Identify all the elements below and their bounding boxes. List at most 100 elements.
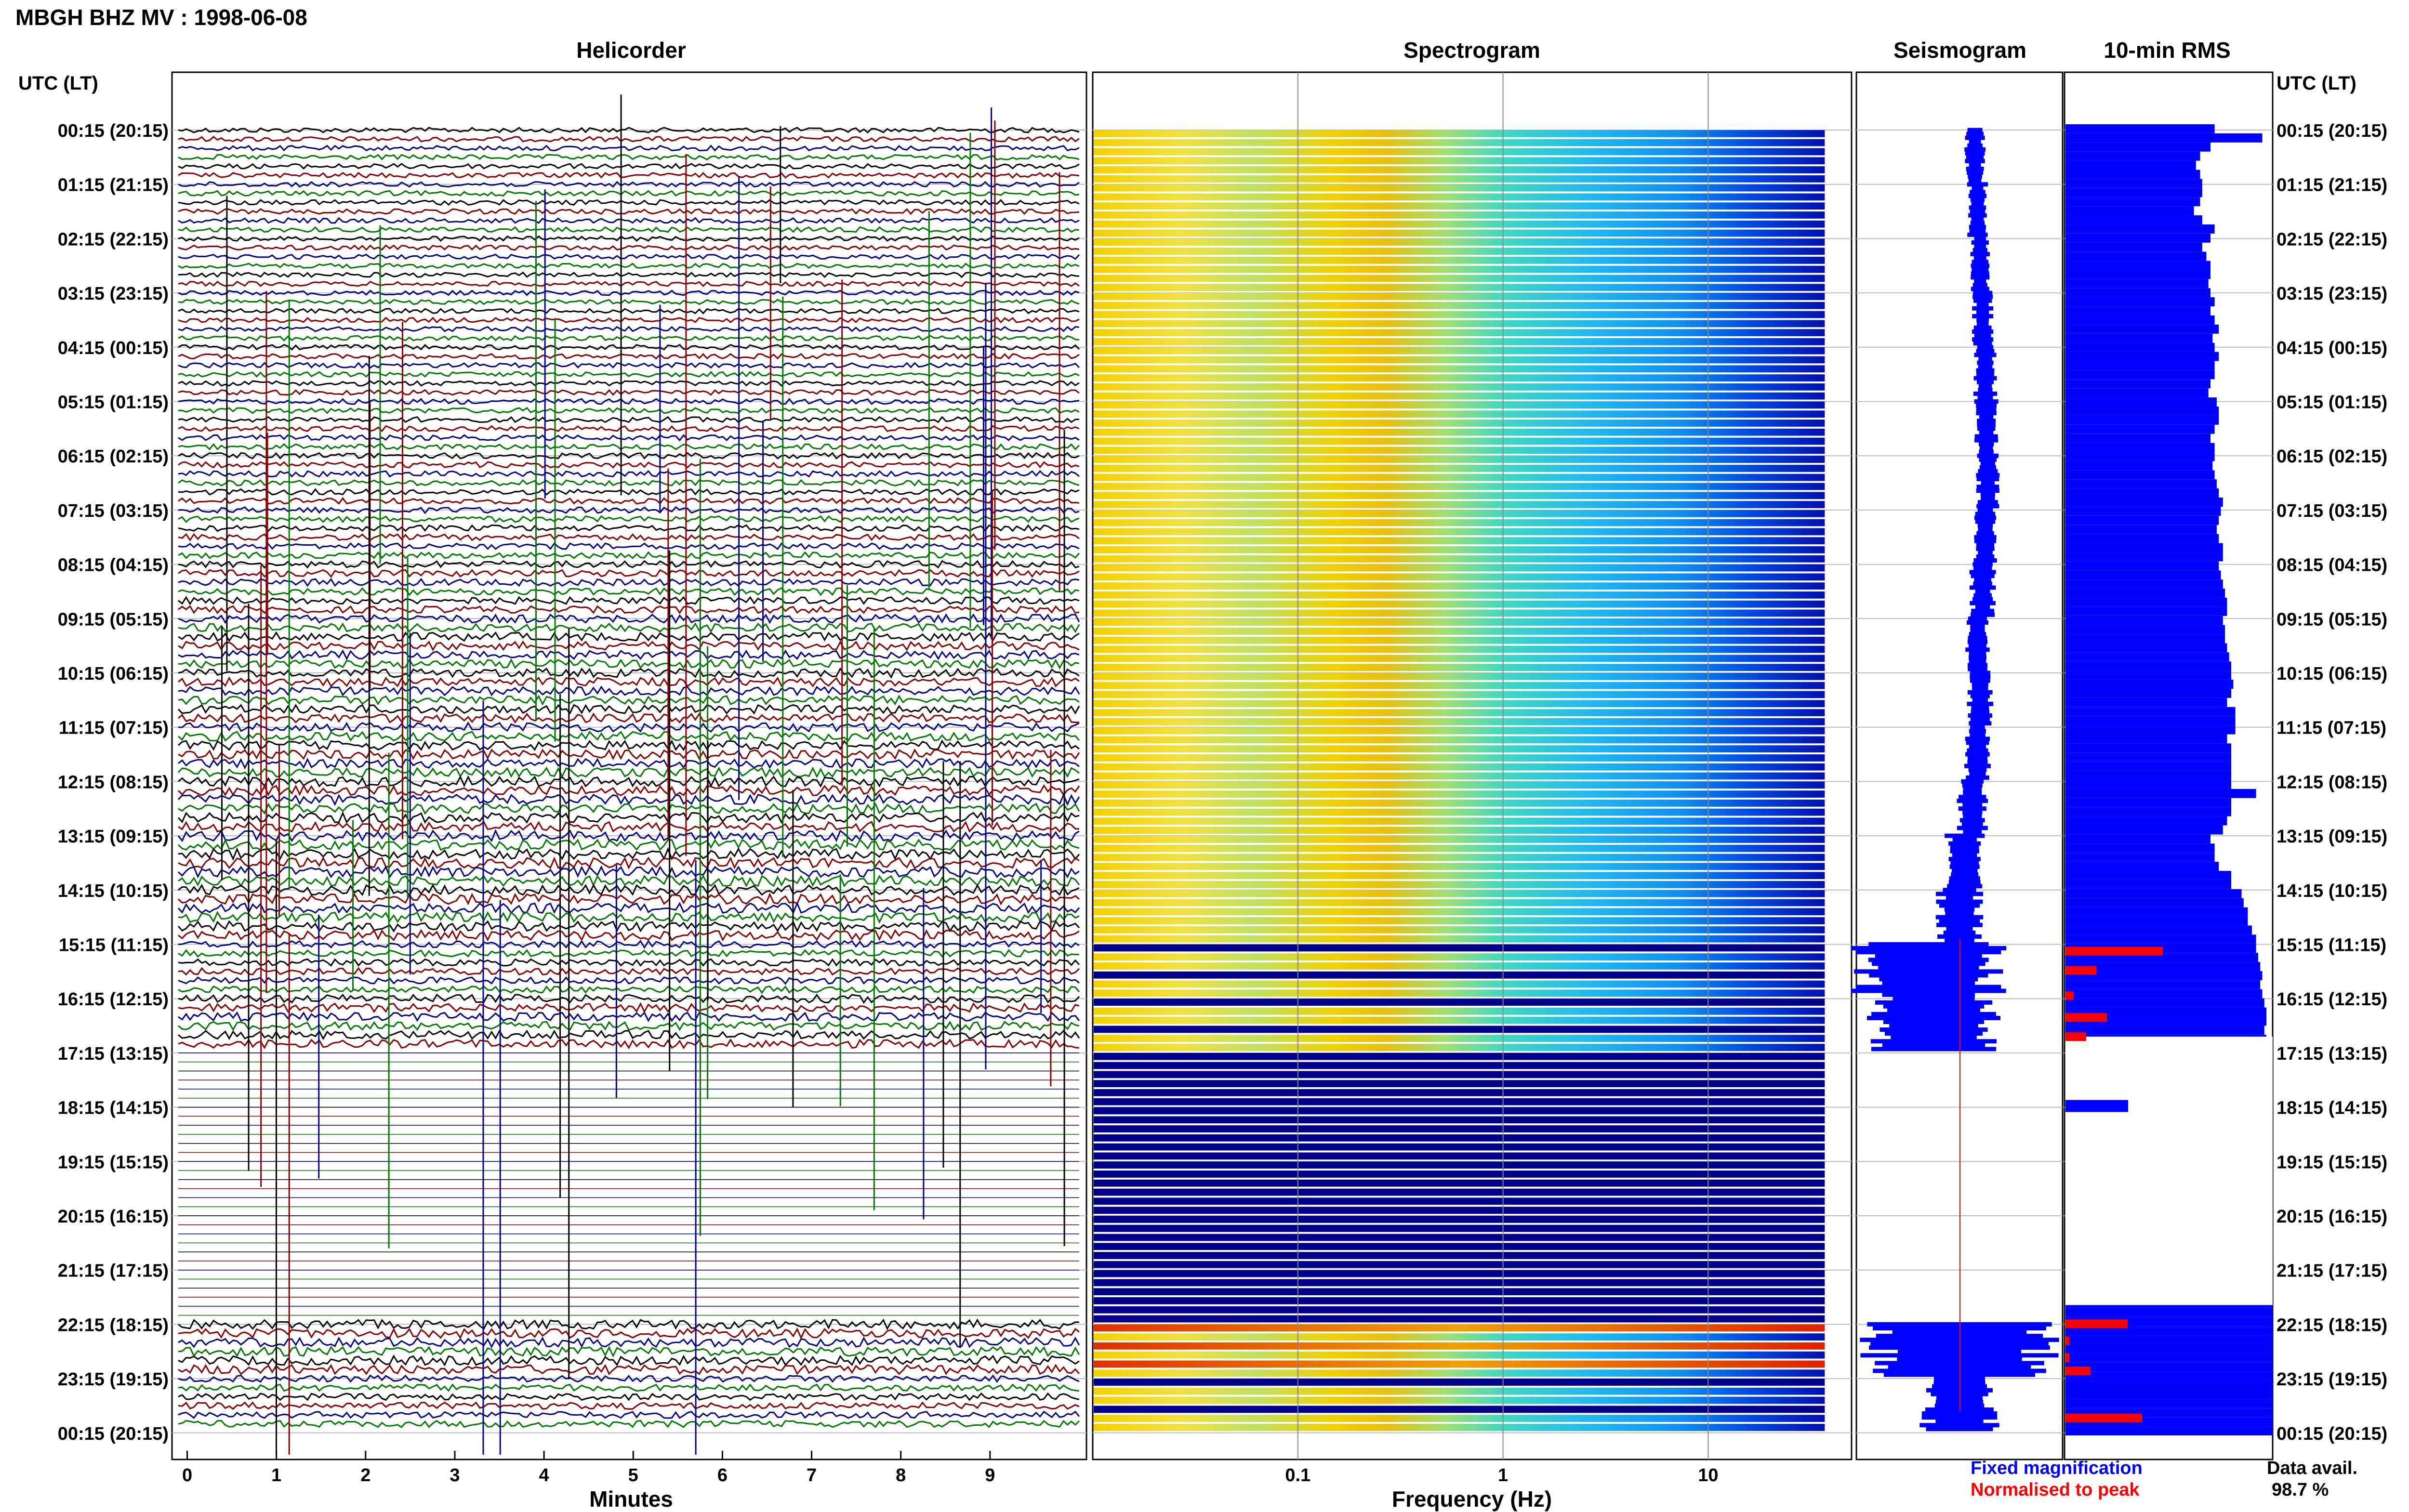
spectrogram-row (1094, 311, 1825, 318)
spectrogram-row (1094, 971, 1825, 979)
time-label-right: 12:15 (08:15) (2277, 772, 2387, 792)
rms-bar (2065, 506, 2221, 516)
spectrogram-row (1094, 691, 1825, 698)
legend-normalised-to-peak: Normalised to peak (1971, 1480, 2140, 1500)
rms-bar (2065, 370, 2215, 380)
rms-gap (2065, 1037, 2273, 1305)
spectrogram-row (1094, 483, 1825, 490)
helicorder-frame (171, 71, 1087, 1460)
spectrogram-row (1094, 935, 1825, 943)
rms-bar (2065, 206, 2194, 216)
right-time-labels: 00:15 (20:15) 01:15 (21:15) 02:15 (22:15) 0… (2277, 121, 2387, 1444)
spectrogram-row (1094, 808, 1825, 816)
time-label-right: 15:15 (11:15) (2277, 935, 2386, 956)
spectrogram-row (1094, 1387, 1825, 1395)
rms-bar (2065, 124, 2215, 133)
seismogram-panel-title: Seismogram (1893, 38, 2026, 63)
helicorder-x-axis-label: Minutes (589, 1486, 673, 1512)
time-label-left: 02:15 (22:15) (58, 229, 169, 250)
spectrogram-x-axis-label: Frequency (Hz) (1392, 1486, 1552, 1512)
helicorder-panel: 0 1 2 3 4 5 6 7 8 9 Minutes (171, 71, 1087, 1512)
spectrogram-row (1094, 275, 1825, 282)
spectrogram-row (1094, 1089, 1825, 1096)
spectrogram-row (1094, 1306, 1825, 1314)
spectrogram-row (1094, 437, 1825, 445)
spectrogram-row (1094, 1270, 1825, 1277)
spectrogram-row (1094, 754, 1825, 762)
spectrogram-row (1094, 456, 1825, 463)
time-label-left: 19:15 (15:15) (58, 1152, 169, 1172)
time-label-right: 16:15 (12:15) (2277, 989, 2387, 1010)
spectrogram-row (1094, 745, 1825, 753)
time-label-left: 18:15 (14:15) (58, 1098, 169, 1118)
spectrogram-row (1094, 582, 1825, 590)
rms-bar (2065, 780, 2231, 789)
spectrogram-row (1094, 1071, 1825, 1078)
spectrogram-row (1094, 844, 1825, 852)
spectrogram-row (1094, 184, 1825, 192)
rms-bar (2065, 270, 2210, 279)
helicorder-panel-title: Helicorder (576, 38, 686, 63)
time-label-right: 06:15 (02:15) (2277, 447, 2387, 467)
time-label-left: 22:15 (18:15) (58, 1315, 169, 1335)
spectrogram-row (1094, 999, 1825, 1006)
spectrogram-row (1094, 1052, 1825, 1060)
time-label-left: 16:15 (12:15) (58, 989, 169, 1010)
rms-normalised-bar (2065, 966, 2097, 975)
time-label-left: 06:15 (02:15) (58, 447, 169, 467)
time-label-right: 18:15 (14:15) (2277, 1098, 2387, 1118)
rms-bar (2065, 671, 2231, 680)
rms-normalised-bar (2065, 991, 2074, 1000)
spectrogram-row (1094, 157, 1825, 165)
time-label-left: 07:15 (03:15) (58, 501, 169, 521)
spectrogram-row (1094, 284, 1825, 291)
rms-bar (2065, 1399, 2273, 1408)
time-label-left: 05:15 (01:15) (58, 393, 169, 413)
rms-bar (2065, 151, 2200, 161)
rms-bar (2065, 488, 2219, 498)
spectrogram-row (1094, 392, 1825, 400)
spectrogram-row (1094, 1044, 1825, 1051)
rms-bar (2065, 279, 2209, 289)
time-label-right: 00:15 (20:15) (2277, 1424, 2387, 1444)
rms-bar (2065, 1344, 2273, 1354)
helicorder-tick-label: 3 (450, 1465, 460, 1486)
spectrogram-row (1094, 763, 1825, 771)
rms-bar (2065, 415, 2219, 425)
rms-bar (2065, 534, 2219, 543)
rms-bar (2065, 907, 2248, 917)
spectrogram-row (1094, 1016, 1825, 1024)
spectrogram-row (1094, 618, 1825, 626)
spectrogram-row (1094, 501, 1825, 508)
spectrogram-row (1094, 1098, 1825, 1105)
time-label-left: 00:15 (20:15) (58, 1424, 169, 1444)
spectrogram-row (1094, 1207, 1825, 1214)
rms-bar (2065, 1308, 2273, 1317)
rms-bar (2065, 771, 2231, 780)
spectrogram-row (1094, 926, 1825, 933)
spectrogram-row (1094, 636, 1825, 644)
helicorder-tick-label: 9 (985, 1465, 995, 1486)
time-label-right: 21:15 (17:15) (2277, 1261, 2387, 1281)
spectrogram-row (1094, 1379, 1825, 1386)
time-label-right: 22:15 (18:15) (2277, 1315, 2387, 1335)
rms-bar (2065, 634, 2225, 644)
spectrogram-row (1094, 148, 1825, 156)
rms-bar (2065, 989, 2263, 999)
spectrogram-row (1094, 863, 1825, 870)
spectrogram-row (1094, 890, 1825, 897)
rms-normalised-bar (2065, 947, 2163, 956)
rms-bar (2065, 388, 2209, 398)
time-label-right: 14:15 (10:15) (2277, 881, 2387, 901)
spectrogram-row (1094, 473, 1825, 481)
rms-bar (2065, 333, 2213, 343)
rms-bar (2065, 816, 2227, 826)
spectrogram-row (1094, 600, 1825, 608)
spectrogram-row (1094, 817, 1825, 825)
legend-fixed-magnification: Fixed magnification (1971, 1458, 2143, 1478)
spectrogram-row (1094, 573, 1825, 581)
spectrogram-row (1094, 1351, 1825, 1359)
rms-bar (2065, 543, 2223, 552)
rms-bar (2065, 251, 2207, 261)
spectrogram-row (1094, 1179, 1825, 1187)
